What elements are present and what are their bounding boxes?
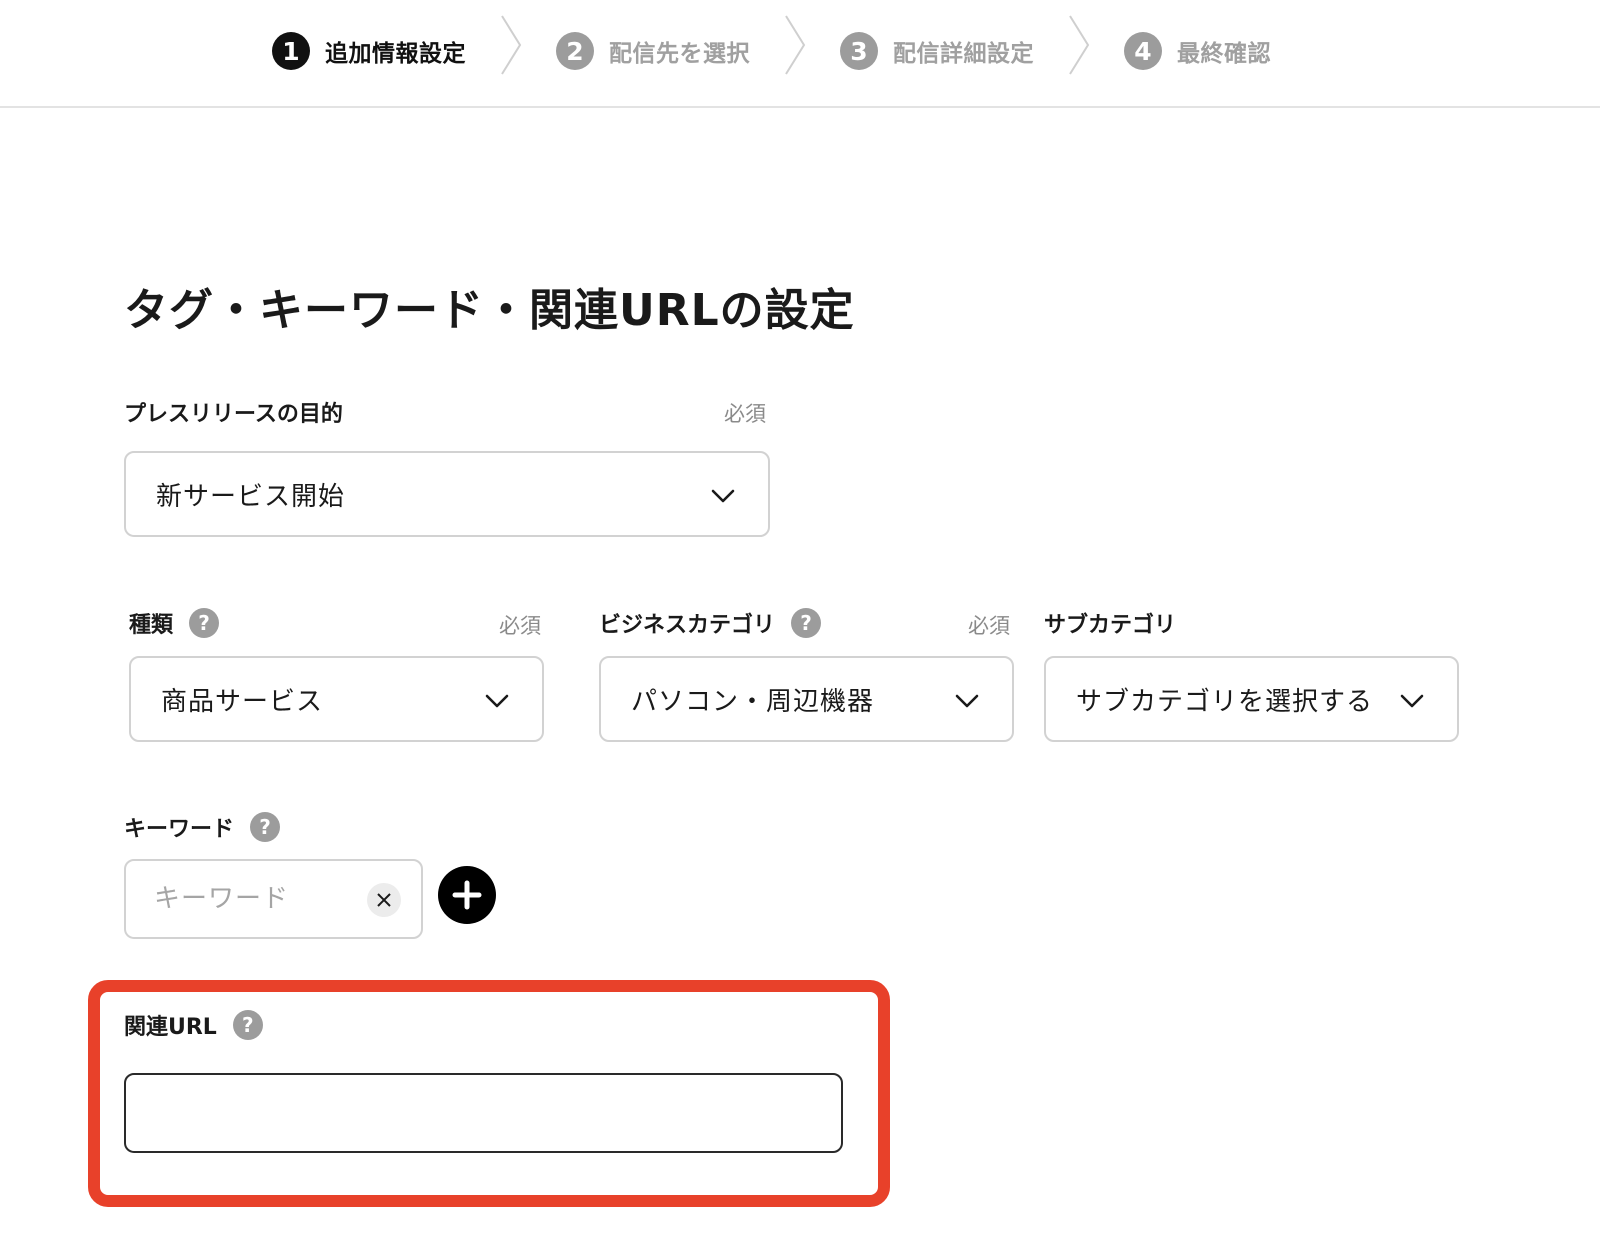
step-additional-info[interactable]: 1 追加情報設定: [272, 31, 466, 71]
keyword-label-text: キーワード: [124, 817, 235, 842]
keyword-field: [124, 859, 423, 939]
type-label-text: 種類: [129, 613, 174, 638]
sub-category-select-value: サブカテゴリを選択する: [1076, 686, 1374, 717]
help-icon[interactable]: ?: [250, 812, 281, 842]
page-title: タグ・キーワード・関連URLの設定: [124, 285, 855, 336]
step-number-4: 4: [1124, 32, 1162, 70]
business-category-label: ビジネスカテゴリ ?: [599, 607, 822, 639]
type-required-badge: 必須: [499, 614, 541, 638]
plus-icon: [452, 880, 482, 910]
chevron-down-icon: [955, 694, 979, 708]
step-separator-icon: [501, 15, 522, 75]
purpose-required-badge: 必須: [724, 402, 766, 426]
step-final-confirmation[interactable]: 4 最終確認: [1124, 31, 1271, 71]
keyword-label: キーワード ?: [124, 811, 281, 843]
business-category-required-badge: 必須: [968, 614, 1010, 638]
type-label: 種類 ?: [129, 607, 220, 639]
purpose-select-value: 新サービス開始: [156, 481, 346, 512]
keyword-input[interactable]: [154, 879, 354, 919]
step-separator-icon: [1069, 15, 1090, 75]
help-icon[interactable]: ?: [232, 1010, 263, 1040]
type-select-value: 商品サービス: [161, 686, 324, 717]
close-icon: [377, 893, 391, 907]
step-separator-icon: [785, 15, 806, 75]
purpose-select[interactable]: 新サービス開始: [124, 451, 770, 537]
type-select[interactable]: 商品サービス: [129, 656, 544, 742]
step-label-2: 配信先を選択: [609, 41, 750, 67]
business-category-select[interactable]: パソコン・周辺機器: [599, 656, 1014, 742]
step-label-4: 最終確認: [1177, 41, 1271, 67]
step-number-3: 3: [840, 32, 878, 70]
clear-keyword-button[interactable]: [367, 883, 401, 917]
sub-category-label-text: サブカテゴリ: [1044, 613, 1177, 638]
step-label-3: 配信詳細設定: [893, 41, 1034, 67]
help-icon[interactable]: ?: [189, 608, 220, 638]
purpose-label-text: プレスリリースの目的: [124, 402, 343, 427]
add-keyword-button[interactable]: [438, 866, 496, 924]
step-number-2: 2: [556, 32, 594, 70]
purpose-label: プレスリリースの目的: [124, 396, 343, 428]
related-url-label: 関連URL ?: [124, 1009, 263, 1041]
related-url-label-text: 関連URL: [124, 1015, 217, 1040]
step-label-1: 追加情報設定: [325, 41, 466, 67]
sub-category-select[interactable]: サブカテゴリを選択する: [1044, 656, 1459, 742]
business-category-select-value: パソコン・周辺機器: [631, 686, 875, 717]
step-number-1: 1: [272, 32, 310, 70]
business-category-label-text: ビジネスカテゴリ: [599, 613, 776, 638]
sub-category-label: サブカテゴリ: [1044, 607, 1176, 639]
chevron-down-icon: [1400, 694, 1424, 708]
chevron-down-icon: [711, 489, 735, 503]
help-icon[interactable]: ?: [791, 608, 822, 638]
chevron-down-icon: [485, 694, 509, 708]
step-delivery-details[interactable]: 3 配信詳細設定: [840, 31, 1034, 71]
related-url-input[interactable]: [124, 1073, 843, 1153]
step-select-destination[interactable]: 2 配信先を選択: [556, 31, 750, 71]
progress-stepper: 1 追加情報設定 2 配信先を選択 3 配信詳細設定 4 最終確認: [0, 0, 1600, 108]
